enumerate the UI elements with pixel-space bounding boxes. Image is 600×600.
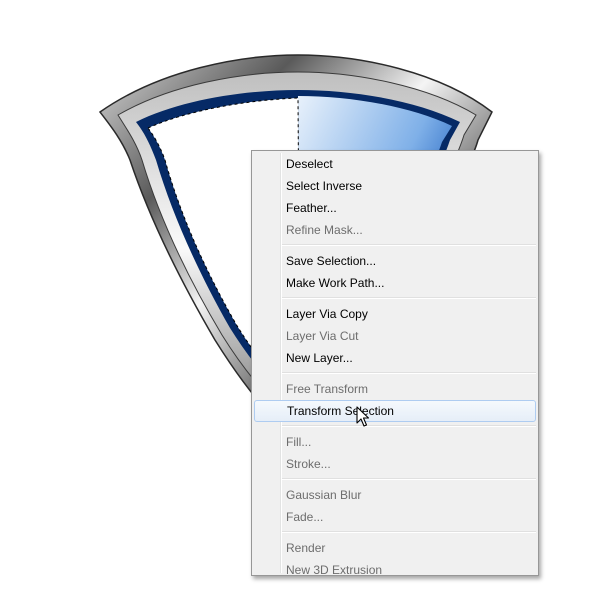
context-menu: Deselect Select Inverse Feather... Refine M… xyxy=(251,150,539,577)
menu-item-fade[interactable]: Fade... xyxy=(252,506,538,528)
menu-item-gaussian-blur[interactable]: Gaussian Blur xyxy=(252,484,538,506)
menu-item-fill[interactable]: Fill... xyxy=(252,431,538,453)
menu-item-layer-via-cut[interactable]: Layer Via Cut xyxy=(252,325,538,347)
menu-item-render[interactable]: Render xyxy=(252,537,538,559)
menu-item-new-layer[interactable]: New Layer... xyxy=(252,347,538,369)
menu-group: Save Selection... Make Work Path... xyxy=(252,250,538,294)
menu-separator xyxy=(282,244,536,246)
menu-group: Fill... Stroke... xyxy=(252,431,538,475)
menu-group: Gaussian Blur Fade... xyxy=(252,484,538,528)
menu-item-free-transform[interactable]: Free Transform xyxy=(252,378,538,400)
menu-separator xyxy=(282,531,536,533)
menu-item-select-inverse[interactable]: Select Inverse xyxy=(252,175,538,197)
menu-separator xyxy=(282,297,536,299)
menu-group: Layer Via Copy Layer Via Cut New Layer... xyxy=(252,303,538,369)
menu-item-new-3d-extrusion[interactable]: New 3D Extrusion xyxy=(252,559,538,581)
menu-item-make-work-path[interactable]: Make Work Path... xyxy=(252,272,538,294)
menu-group: Free Transform Transform Selection xyxy=(252,378,538,422)
menu-item-feather[interactable]: Feather... xyxy=(252,197,538,219)
menu-body: Deselect Select Inverse Feather... Refine M… xyxy=(252,151,538,581)
menu-item-refine-mask[interactable]: Refine Mask... xyxy=(252,219,538,241)
menu-item-transform-selection[interactable]: Transform Selection xyxy=(254,400,536,422)
menu-separator xyxy=(282,425,536,427)
menu-group: Deselect Select Inverse Feather... Refine M… xyxy=(252,153,538,241)
menu-item-layer-via-copy[interactable]: Layer Via Copy xyxy=(252,303,538,325)
menu-separator xyxy=(282,478,536,480)
menu-separator xyxy=(282,372,536,374)
arrow-cursor-icon xyxy=(356,406,370,427)
menu-item-save-selection[interactable]: Save Selection... xyxy=(252,250,538,272)
menu-item-deselect[interactable]: Deselect xyxy=(252,153,538,175)
menu-group: Render New 3D Extrusion xyxy=(252,537,538,581)
menu-item-stroke[interactable]: Stroke... xyxy=(252,453,538,475)
